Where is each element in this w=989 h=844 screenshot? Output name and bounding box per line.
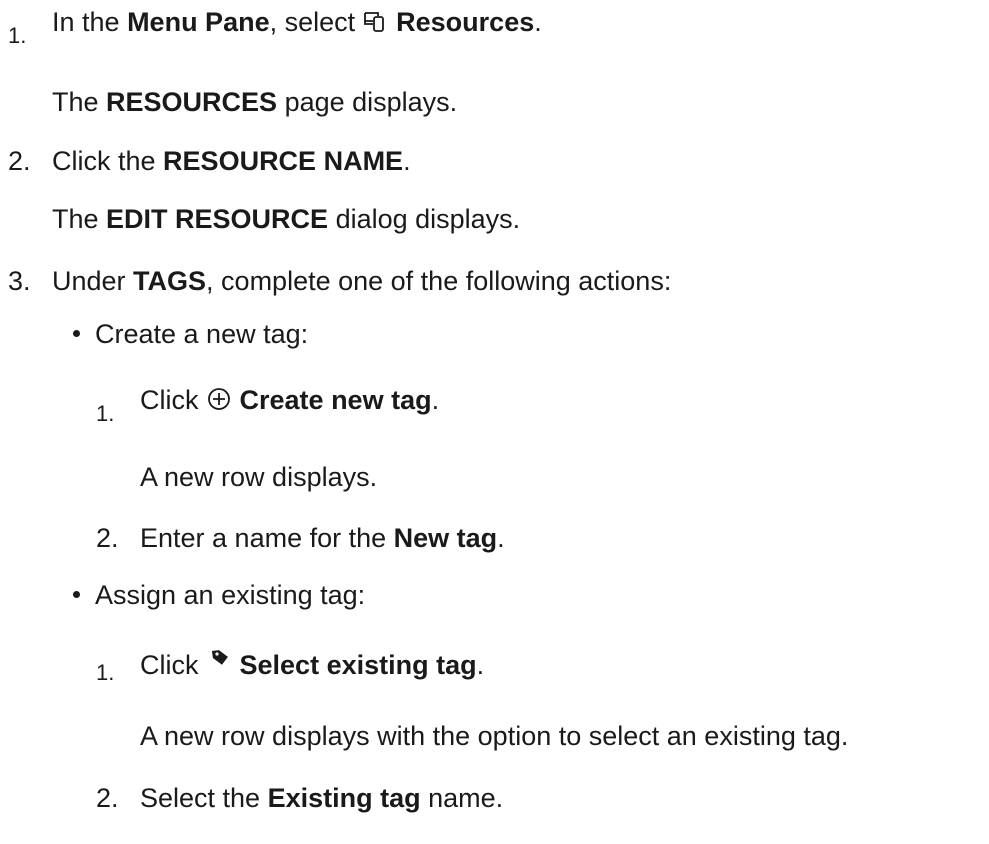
bullet-assign-existing-tag bbox=[73, 591, 80, 598]
substep-assign-2-number: 2. bbox=[96, 783, 119, 813]
step-2-instruction: Click the RESOURCE NAME. bbox=[52, 146, 411, 176]
resource-name-label: RESOURCE NAME bbox=[163, 146, 404, 176]
option-assign-existing-tag: Assign an existing tag: bbox=[95, 580, 366, 610]
existing-tag-label: Existing tag bbox=[267, 783, 421, 813]
substep-assign-1-result: A new row displays with the option to se… bbox=[140, 721, 849, 751]
tags-label: TAGS bbox=[133, 266, 207, 296]
bullet-create-new-tag bbox=[73, 330, 80, 337]
step-1-result: The RESOURCES page displays. bbox=[52, 87, 458, 117]
step-3-number: 3. bbox=[8, 266, 31, 296]
substep-create-1-number: 1. bbox=[96, 401, 115, 426]
substep-create-2-instruction: Enter a name for the New tag. bbox=[140, 523, 505, 553]
substep-create-1-result: A new row displays. bbox=[140, 462, 378, 492]
tag-icon bbox=[206, 643, 232, 675]
select-existing-tag-label: Select existing tag bbox=[239, 650, 477, 680]
step-2-result: The EDIT RESOURCE dialog displays. bbox=[52, 204, 521, 234]
substep-assign-2-instruction: Select the Existing tag name. bbox=[140, 783, 504, 813]
step-1-number: 1. bbox=[8, 23, 27, 48]
step-2-number: 2. bbox=[8, 146, 31, 176]
resources-icon bbox=[363, 9, 389, 41]
new-tag-label: New tag bbox=[393, 523, 498, 553]
menu-pane-label: Menu Pane bbox=[127, 7, 270, 37]
plus-circle-icon bbox=[206, 386, 232, 419]
substep-assign-1-instruction: Click Select existing tag. bbox=[140, 643, 484, 681]
option-create-new-tag: Create a new tag: bbox=[95, 319, 309, 349]
step-3-instruction: Under TAGS, complete one of the followin… bbox=[52, 266, 672, 296]
resources-label: Resources bbox=[396, 7, 535, 37]
substep-create-2-number: 2. bbox=[96, 523, 119, 553]
create-new-tag-label: Create new tag bbox=[239, 385, 432, 415]
step-1-instruction: In the Menu Pane, select Resources. bbox=[52, 6, 542, 41]
procedure-document: { "steps": [ { "number": "1.", "text_bef… bbox=[0, 0, 989, 844]
substep-create-1-instruction: Click Create new tag. bbox=[140, 384, 439, 419]
substep-assign-1-number: 1. bbox=[96, 660, 115, 685]
